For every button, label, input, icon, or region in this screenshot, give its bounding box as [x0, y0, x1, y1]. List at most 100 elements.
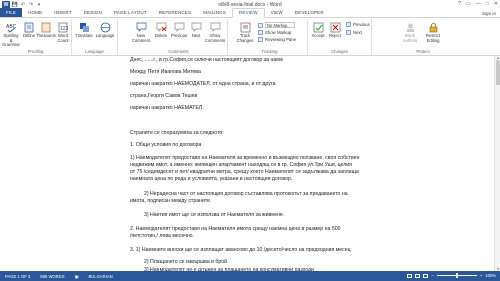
language-label: Language	[95, 33, 115, 38]
tab-mailings[interactable]: MAILINGS	[197, 10, 232, 17]
delete-comment-button[interactable]: Delete	[153, 21, 169, 39]
page-count[interactable]: PAGE 1 OF 3	[0, 274, 35, 279]
minimize-icon[interactable]: —	[476, 1, 481, 7]
svg-text:ABC: ABC	[6, 24, 17, 30]
previous-comment-button[interactable]: Previous	[170, 21, 188, 39]
doc-line-15: 2. Наемодателят предоставя на Наемателя …	[130, 226, 341, 232]
tab-page-layout[interactable]: PAGE LAYOUT	[108, 10, 153, 17]
zoom-level[interactable]: 100%	[485, 273, 496, 278]
next-change-label: Next	[353, 30, 362, 35]
doc-line-6: Страните се споразумяха за следното:	[130, 130, 224, 136]
language-status[interactable]: BULGARIAN	[83, 274, 117, 279]
document-page[interactable]: Днес, ......г., в гр.София,се сключи нас…	[120, 56, 382, 271]
previous-change-label: Previous	[353, 22, 370, 27]
delete-comment-label: Delete	[154, 33, 168, 38]
tab-references[interactable]: REFERENCES	[153, 10, 197, 17]
ribbon-display-icon[interactable]: ▭	[466, 1, 471, 7]
scroll-thumb[interactable]	[496, 60, 500, 85]
define-icon	[23, 21, 35, 33]
translate-button[interactable]: Translate	[75, 21, 93, 39]
tab-file[interactable]: FILE	[0, 8, 23, 17]
zoom-slider[interactable]	[436, 273, 477, 278]
tab-review[interactable]: REVIEW	[231, 8, 265, 18]
doc-line-10: от 75 /седемдесет и пет/ квадратни метра…	[130, 169, 359, 175]
word-count-icon: 123	[57, 21, 69, 33]
tab-view[interactable]: VIEW	[265, 10, 289, 17]
show-markup-icon	[258, 30, 263, 35]
language-icon	[99, 21, 111, 33]
print-layout-icon[interactable]	[415, 273, 421, 278]
tab-developer[interactable]: DEVELOPER	[289, 10, 330, 17]
word-count-label: Word Count	[57, 33, 69, 43]
doc-line-7: 1. Общи условия по договора	[130, 142, 202, 148]
ribbon: ABC Spelling & Grammar Define Thesaurus …	[0, 18, 500, 56]
doc-line-16: /петстотин,/ лева месечно.	[130, 233, 195, 239]
spelling-label: Spelling & Grammar	[2, 33, 20, 48]
spelling-grammar-button[interactable]: ABC Spelling & Grammar	[2, 21, 20, 48]
reject-label: Reject	[329, 33, 341, 38]
web-layout-icon[interactable]	[423, 273, 429, 278]
close-icon[interactable]: ✕	[494, 1, 498, 7]
next-change-button[interactable]: Next	[346, 30, 362, 35]
zoom-out-icon[interactable]: −	[431, 273, 433, 278]
previous-change-button[interactable]: Previous	[346, 22, 370, 27]
thesaurus-icon	[40, 21, 52, 33]
group-comments: New Comment Delete Previous Next Show Co…	[130, 19, 228, 55]
show-comments-button[interactable]: Show Comments	[204, 21, 226, 43]
new-comment-button[interactable]: New Comment	[130, 21, 152, 43]
define-label: Define	[22, 33, 36, 38]
accept-button[interactable]: Accept	[310, 21, 326, 39]
zoom-controls: − + 100%	[407, 273, 496, 278]
translate-icon	[78, 21, 90, 33]
previous-change-icon	[346, 22, 351, 27]
next-change-icon	[346, 30, 351, 35]
zoom-in-icon[interactable]: +	[480, 273, 482, 278]
thesaurus-button[interactable]: Thesaurus	[36, 21, 56, 39]
group-language: Translate Language Language	[72, 19, 118, 55]
show-markup-button[interactable]: Show Markup	[258, 30, 291, 35]
tab-home[interactable]: HOME	[22, 10, 48, 17]
tab-insert[interactable]: INSERT	[48, 10, 77, 17]
delete-comment-icon	[155, 21, 167, 33]
ribbon-tabs: FILE HOME INSERT DESIGN PAGE LAYOUT REFE…	[0, 8, 500, 18]
proofing-group-label: Proofing	[27, 49, 44, 54]
reject-button[interactable]: Reject	[327, 21, 343, 39]
track-changes-button[interactable]: Track Changes	[234, 21, 256, 43]
reviewing-pane-icon	[258, 37, 263, 42]
block-authors-button[interactable]: Block Authors	[400, 21, 420, 43]
proofing-status-icon[interactable]: ▣	[70, 274, 84, 279]
reject-icon	[329, 21, 341, 33]
previous-comment-icon	[173, 21, 185, 33]
doc-line-13: имота, подписан между страните.	[130, 198, 212, 204]
next-comment-button[interactable]: Next	[189, 21, 203, 39]
restrict-editing-button[interactable]: Restrict Editing	[422, 21, 444, 43]
define-button[interactable]: Define	[22, 21, 36, 39]
tab-design[interactable]: DESIGN	[78, 10, 108, 17]
accept-icon	[312, 21, 324, 33]
language-button[interactable]: Language	[96, 21, 114, 39]
word-count[interactable]: 886 WORDS	[35, 274, 69, 279]
group-protect: Block Authors Restrict Editing Protect	[398, 19, 448, 55]
group-changes: Accept Reject Previous Next Changes	[308, 19, 372, 55]
reviewing-pane-label: Reviewing Pane	[265, 37, 297, 42]
svg-text:123: 123	[60, 26, 68, 32]
doc-line-9: недвижим имот, а именно: жилищен апартам…	[130, 162, 352, 168]
doc-line-1: Днес, ......г., в гр.София,се сключи нас…	[130, 57, 283, 63]
tracking-group-label: Tracking	[261, 49, 278, 54]
markup-select[interactable]: No Markup	[258, 22, 295, 28]
help-icon[interactable]: ?	[458, 1, 461, 7]
read-mode-icon[interactable]	[407, 273, 413, 278]
show-comments-icon	[209, 21, 221, 33]
document-area[interactable]: Днес, ......г., в гр.София,се сключи нас…	[0, 56, 500, 271]
zoom-slider-knob[interactable]	[455, 273, 458, 278]
maximize-icon[interactable]: □	[486, 1, 489, 7]
lock-icon	[427, 21, 439, 33]
vertical-scrollbar[interactable]: ▲ ▼	[494, 56, 500, 271]
group-proofing: ABC Spelling & Grammar Define Thesaurus …	[0, 19, 72, 55]
block-authors-label: Block Authors	[402, 33, 418, 43]
new-comment-label: New Comment	[131, 33, 151, 43]
word-count-button[interactable]: 123 Word Count	[56, 21, 70, 43]
reviewing-pane-button[interactable]: Reviewing Pane	[258, 37, 296, 42]
sign-in-link[interactable]: Sign in	[482, 11, 496, 16]
markup-dropdown[interactable]: No Markup	[265, 22, 295, 28]
